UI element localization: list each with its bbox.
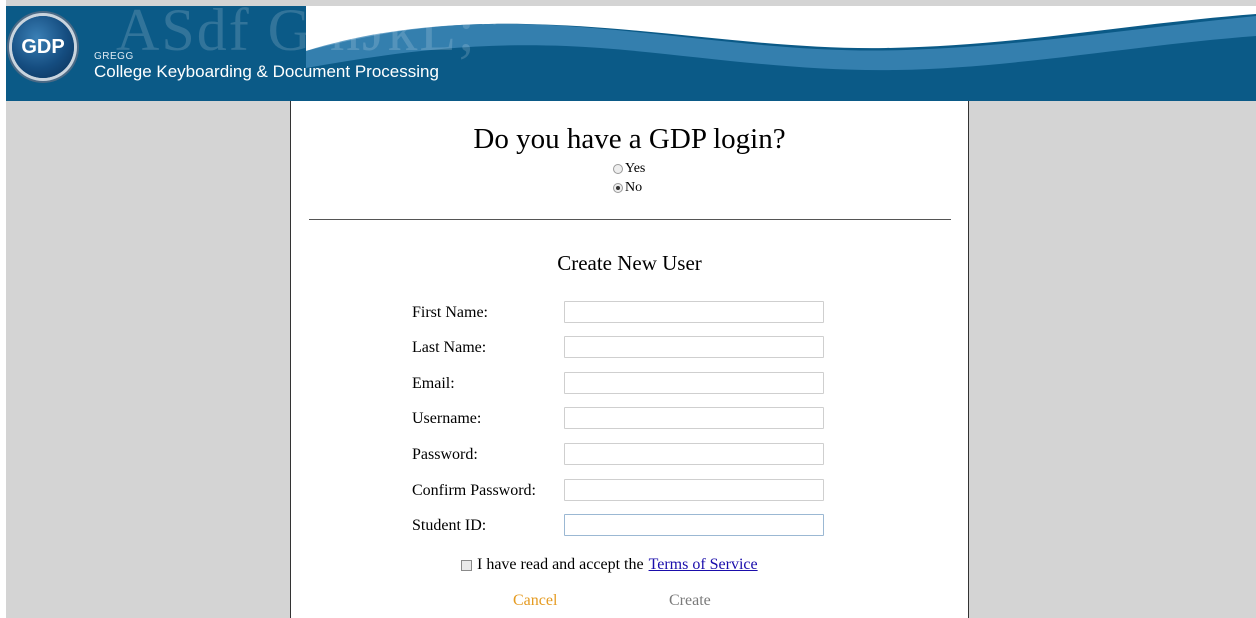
terms-text: I have read and accept the [477,556,644,573]
radio-yes-button[interactable] [613,164,623,174]
first-name-input[interactable] [564,301,824,323]
last-name-input[interactable] [564,336,824,358]
username-input[interactable] [564,407,824,429]
create-button[interactable]: Create [669,592,711,610]
last-name-label: Last Name: [412,339,487,356]
terms-row: I have read and accept the Terms of Serv… [461,556,758,574]
confirm-password-label: Confirm Password: [412,482,536,499]
first-name-label: First Name: [412,304,488,321]
confirm-password-input[interactable] [564,479,824,501]
student-id-input[interactable] [564,514,824,536]
terms-of-service-link[interactable]: Terms of Service [649,556,758,574]
username-label: Username: [412,410,482,427]
email-input[interactable] [564,372,824,394]
cancel-button[interactable]: Cancel [513,592,557,610]
radio-no-label: No [625,180,643,195]
login-panel: Do you have a GDP login? Yes No Create N… [290,101,969,618]
email-row: Email: [412,372,832,398]
terms-checkbox[interactable] [461,559,472,571]
login-question-title: Do you have a GDP login? [473,123,786,155]
brand-subtitle: GREGG [94,51,134,62]
radio-yes[interactable]: Yes [613,161,645,177]
section-divider [309,219,951,220]
radio-no-button[interactable] [613,183,623,193]
password-row: Password: [412,443,832,469]
username-row: Username: [412,407,832,433]
brand-title: College Keyboarding & Document Processin… [94,62,439,81]
first-name-row: First Name: [412,301,832,327]
radio-yes-label: Yes [625,161,646,176]
last-name-row: Last Name: [412,336,832,362]
password-label: Password: [412,446,478,463]
header-background-letters: ASdf G hJkL;" [116,6,504,63]
app-header: ASdf G hJkL;" GDP GREGG College Keyboard… [6,6,1256,101]
student-id-row: Student ID: [412,514,832,540]
create-user-title: Create New User [557,251,702,275]
gdp-logo: GDP [12,16,74,78]
confirm-password-row: Confirm Password: [412,479,832,505]
password-input[interactable] [564,443,824,465]
logo-text: GDP [21,36,65,58]
email-label: Email: [412,375,455,392]
student-id-label: Student ID: [412,517,487,534]
radio-no[interactable]: No [613,180,642,196]
